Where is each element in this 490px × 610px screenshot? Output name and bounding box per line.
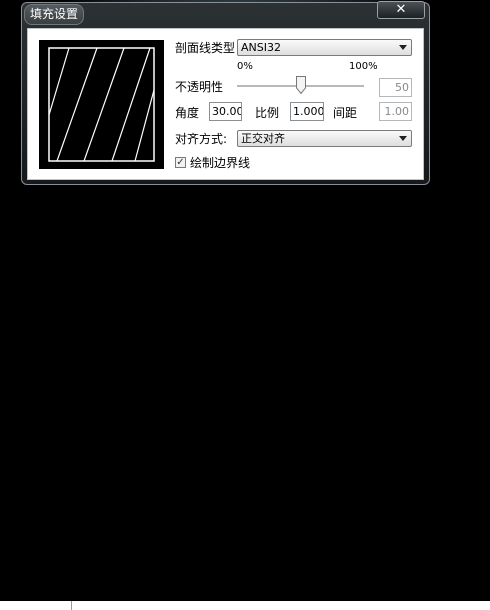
scale-label: 比例 (255, 106, 280, 120)
scale-field[interactable]: 1.000 (290, 102, 324, 121)
spacing-field[interactable]: 1.00 (379, 102, 412, 121)
align-label: 对齐方式: (175, 132, 228, 146)
hatch-type-select[interactable]: ANSI32 (237, 39, 412, 56)
hatch-type-value: ANSI32 (241, 41, 281, 54)
close-icon: ✕ (395, 2, 407, 17)
status-bar-divider (71, 601, 72, 610)
hatch-preview (39, 40, 164, 169)
opacity-slider-thumb[interactable] (295, 76, 306, 94)
hatch-preview-pattern (48, 47, 155, 162)
angle-label: 角度 (175, 106, 200, 120)
opacity-max-label: 100% (349, 61, 378, 72)
status-bar (0, 601, 490, 610)
opacity-min-label: 0% (237, 61, 253, 72)
dialog-title: 填充设置 (24, 4, 84, 25)
draw-boundary-checkbox[interactable]: ✓ (175, 157, 186, 168)
checkmark-icon: ✓ (176, 157, 185, 168)
dropdown-arrow-icon (399, 136, 407, 141)
align-value: 正交对齐 (241, 132, 285, 145)
align-select[interactable]: 正交对齐 (237, 130, 412, 147)
hatch-type-label: 剖面线类型 (175, 41, 236, 55)
draw-boundary-label: 绘制边界线 (190, 156, 251, 170)
spacing-label: 间距 (333, 106, 358, 120)
opacity-label: 不透明性 (175, 80, 224, 94)
opacity-value-field[interactable]: 50 (379, 78, 412, 97)
dropdown-arrow-icon (399, 45, 407, 50)
close-button[interactable]: ✕ (377, 1, 425, 19)
angle-field[interactable]: 30.00 (209, 102, 242, 121)
